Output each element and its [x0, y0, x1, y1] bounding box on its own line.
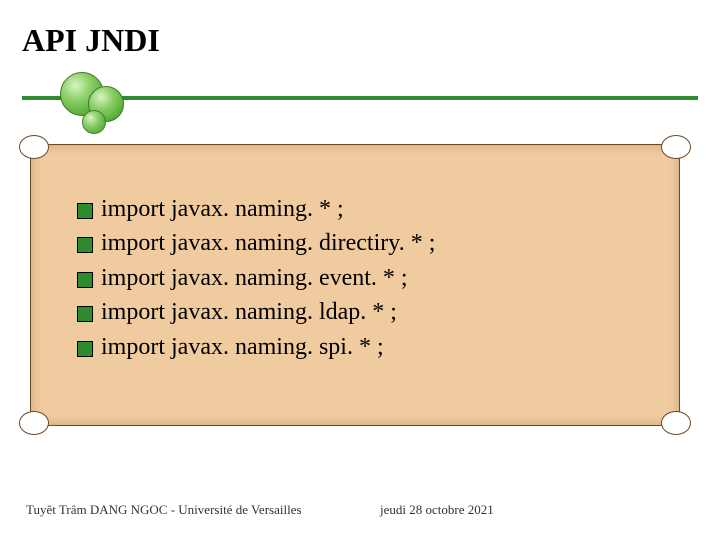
- list-item: import javax. naming. event. * ;: [77, 262, 435, 294]
- bullet-text: import javax. naming. ldap. * ;: [101, 296, 397, 328]
- list-item: import javax. naming. directiry. * ;: [77, 227, 435, 259]
- list-item: import javax. naming. ldap. * ;: [77, 296, 435, 328]
- slide: API JNDI import javax. naming. * ; impor…: [0, 0, 720, 540]
- scroll-curl-icon: [661, 135, 691, 159]
- bullet-icon: [77, 306, 93, 322]
- page-title: API JNDI: [22, 22, 160, 59]
- list-item: import javax. naming. spi. * ;: [77, 331, 435, 363]
- bullet-text: import javax. naming. directiry. * ;: [101, 227, 435, 259]
- bullet-text: import javax. naming. spi. * ;: [101, 331, 384, 363]
- scroll-curl-icon: [19, 411, 49, 435]
- footer-author: Tuyêt Trâm DANG NGOC - Université de Ver…: [26, 502, 302, 518]
- header-decoration: [22, 90, 698, 130]
- scroll-curl-icon: [19, 135, 49, 159]
- sphere-icon: [82, 110, 106, 134]
- bullet-icon: [77, 237, 93, 253]
- content-box: import javax. naming. * ; import javax. …: [30, 144, 680, 426]
- bullet-text: import javax. naming. event. * ;: [101, 262, 408, 294]
- footer-date: jeudi 28 octobre 2021: [380, 502, 494, 518]
- bullet-icon: [77, 272, 93, 288]
- bullet-icon: [77, 341, 93, 357]
- bullet-text: import javax. naming. * ;: [101, 193, 344, 225]
- scroll-curl-icon: [661, 411, 691, 435]
- list-item: import javax. naming. * ;: [77, 193, 435, 225]
- bullet-icon: [77, 203, 93, 219]
- bullet-list: import javax. naming. * ; import javax. …: [77, 193, 435, 365]
